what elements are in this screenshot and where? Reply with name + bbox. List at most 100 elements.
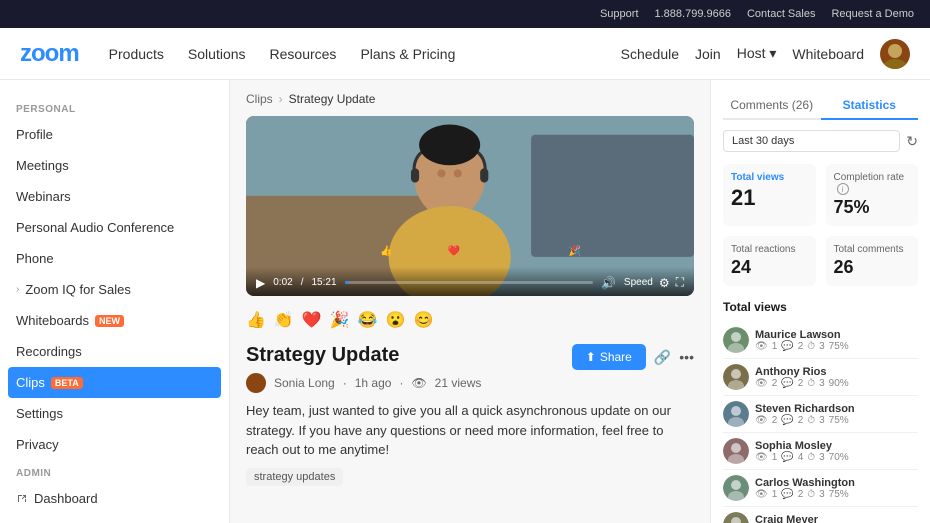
- stats-panel: Comments (26) Statistics Last 30 days ↻ …: [710, 80, 930, 523]
- settings-button[interactable]: ⚙: [659, 276, 670, 290]
- sidebar-item-personal-audio[interactable]: Personal Audio Conference: [0, 212, 229, 243]
- phone-number[interactable]: 1.888.799.9666: [655, 8, 731, 20]
- viewer-name: Maurice Lawson: [755, 329, 918, 341]
- video-player[interactable]: 👍 ❤️ 🎉 ▶ 0:02 / 15:21 🔊 Speed ⚙ ⛶: [246, 116, 694, 296]
- refresh-button[interactable]: ↻: [906, 133, 918, 150]
- video-title: Strategy Update: [246, 344, 481, 367]
- viewer-avatar: [723, 438, 749, 464]
- eye-icon: 👁: [755, 489, 768, 500]
- nav-whiteboard[interactable]: Whiteboard: [792, 46, 864, 62]
- react-wow[interactable]: 😮: [386, 310, 406, 330]
- sidebar-item-user-management[interactable]: ›User Management: [0, 514, 229, 523]
- sidebar-item-meetings[interactable]: Meetings: [0, 150, 229, 181]
- viewer-row: Sophia Mosley 👁1 💬4 ⏱3 70%: [723, 433, 918, 470]
- eye-icon: 👁: [755, 415, 768, 426]
- viewer-info: Anthony Rios 👁2 💬2 ⏱3 90%: [755, 366, 918, 389]
- chat-icon: 💬: [781, 452, 793, 463]
- react-party[interactable]: 🎉: [330, 310, 350, 330]
- nav-products[interactable]: Products: [109, 46, 164, 62]
- sidebar-item-whiteboards[interactable]: Whiteboards NEW: [0, 305, 229, 336]
- nav-plans-pricing[interactable]: Plans & Pricing: [360, 46, 455, 62]
- total-reactions-card: Total reactions 24: [723, 236, 816, 286]
- viewer-stats: 👁1 💬2 ⏱3 75%: [755, 489, 918, 500]
- eye-icon: 👁: [755, 378, 768, 389]
- sidebar-item-zoom-iq[interactable]: ›Zoom IQ for Sales: [0, 274, 229, 305]
- viewer-name: Anthony Rios: [755, 366, 918, 378]
- video-meta: Sonia Long · 1h ago · 👁 21 views: [246, 373, 481, 393]
- time-separator: /: [301, 277, 304, 288]
- contact-sales-link[interactable]: Contact Sales: [747, 8, 815, 20]
- support-link[interactable]: Support: [600, 8, 639, 20]
- volume-button[interactable]: 🔊: [601, 276, 616, 290]
- react-heart[interactable]: ❤️: [302, 310, 322, 330]
- dot-separator-2: ·: [399, 376, 403, 390]
- share-button[interactable]: ⬆ Share: [572, 344, 646, 370]
- completion-rate-card: Completion rate i 75%: [826, 164, 919, 226]
- clock-icon: ⏱: [807, 378, 815, 389]
- viewer-info: Carlos Washington 👁1 💬2 ⏱3 75%: [755, 477, 918, 500]
- speed-button[interactable]: Speed: [624, 277, 653, 288]
- clock-icon: ⏱: [807, 489, 815, 500]
- viewer-name: Sophia Mosley: [755, 440, 918, 452]
- viewer-stats: 👁2 💬2 ⏱3 90%: [755, 378, 918, 389]
- play-pause-button[interactable]: ▶: [256, 276, 265, 290]
- user-avatar[interactable]: [880, 39, 910, 69]
- clock-icon: ⏱: [807, 415, 815, 426]
- view-count: 👁: [411, 376, 426, 390]
- sidebar-item-recordings[interactable]: Recordings: [0, 336, 229, 367]
- sidebar-item-phone[interactable]: Phone: [0, 243, 229, 274]
- video-controls: ▶ 0:02 / 15:21 🔊 Speed ⚙ ⛶: [246, 267, 694, 296]
- fullscreen-button[interactable]: ⛶: [676, 275, 684, 290]
- react-emoji-picker[interactable]: 😊: [414, 310, 434, 330]
- nav-solutions[interactable]: Solutions: [188, 46, 246, 62]
- personal-section-label: PERSONAL: [0, 96, 229, 119]
- react-thumbsup[interactable]: 👍: [246, 310, 266, 330]
- nav-schedule[interactable]: Schedule: [621, 46, 679, 62]
- total-views-section-title: Total views: [723, 300, 918, 314]
- author-name[interactable]: Sonia Long: [274, 376, 335, 390]
- nav-join[interactable]: Join: [695, 46, 721, 62]
- stats-tabs: Comments (26) Statistics: [723, 92, 918, 120]
- progress-bar[interactable]: [345, 281, 593, 284]
- total-reactions-value: 24: [731, 257, 808, 278]
- author-avatar: [246, 373, 266, 393]
- react-clap[interactable]: 👏: [274, 310, 294, 330]
- total-reactions-label: Total reactions: [731, 244, 808, 255]
- more-options-button[interactable]: •••: [679, 349, 694, 365]
- sidebar-item-privacy[interactable]: Privacy: [0, 429, 229, 460]
- logo[interactable]: zoom: [20, 40, 79, 68]
- comments-tab[interactable]: Comments (26): [723, 92, 821, 118]
- info-icon[interactable]: i: [837, 183, 849, 195]
- link-button[interactable]: 🔗: [654, 349, 671, 366]
- sidebar-item-webinars[interactable]: Webinars: [0, 181, 229, 212]
- sidebar-item-dashboard[interactable]: Dashboard: [0, 483, 229, 514]
- beta-badge: BETA: [51, 377, 83, 389]
- sidebar-item-settings[interactable]: Settings: [0, 398, 229, 429]
- share-area: ⬆ Share 🔗 •••: [572, 344, 694, 370]
- viewer-stats: 👁1 💬2 ⏱3 75%: [755, 341, 918, 352]
- nav-links: Products Solutions Resources Plans & Pri…: [109, 46, 621, 62]
- external-link-icon: [16, 493, 28, 505]
- sidebar-item-profile[interactable]: Profile: [0, 119, 229, 150]
- react-laugh[interactable]: 😂: [358, 310, 378, 330]
- statistics-tab[interactable]: Statistics: [821, 92, 919, 120]
- main-layout: PERSONAL Profile Meetings Webinars Perso…: [0, 80, 930, 523]
- viewer-pct: 75%: [829, 341, 849, 352]
- request-demo-link[interactable]: Request a Demo: [831, 8, 914, 20]
- breadcrumb-parent[interactable]: Clips: [246, 92, 273, 106]
- nav-right: Schedule Join Host ▾ Whiteboard: [621, 39, 910, 69]
- sidebar-item-clips[interactable]: Clips BETA: [8, 367, 221, 398]
- nav-host[interactable]: Host ▾: [737, 45, 777, 62]
- date-range-select[interactable]: Last 30 days: [723, 130, 900, 152]
- viewer-row: Carlos Washington 👁1 💬2 ⏱3 75%: [723, 470, 918, 507]
- nav-resources[interactable]: Resources: [270, 46, 337, 62]
- right-controls: Speed ⚙ ⛶: [624, 275, 684, 290]
- viewer-pct: 90%: [829, 378, 849, 389]
- total-comments-card: Total comments 26: [826, 236, 919, 286]
- viewer-pct: 75%: [829, 489, 849, 500]
- time-ago: 1h ago: [355, 376, 392, 390]
- video-description: Hey team, just wanted to give you all a …: [246, 401, 694, 460]
- viewer-name: Craig Meyer: [755, 514, 918, 523]
- video-tag[interactable]: strategy updates: [246, 468, 343, 486]
- completion-rate-value: 75%: [834, 197, 911, 218]
